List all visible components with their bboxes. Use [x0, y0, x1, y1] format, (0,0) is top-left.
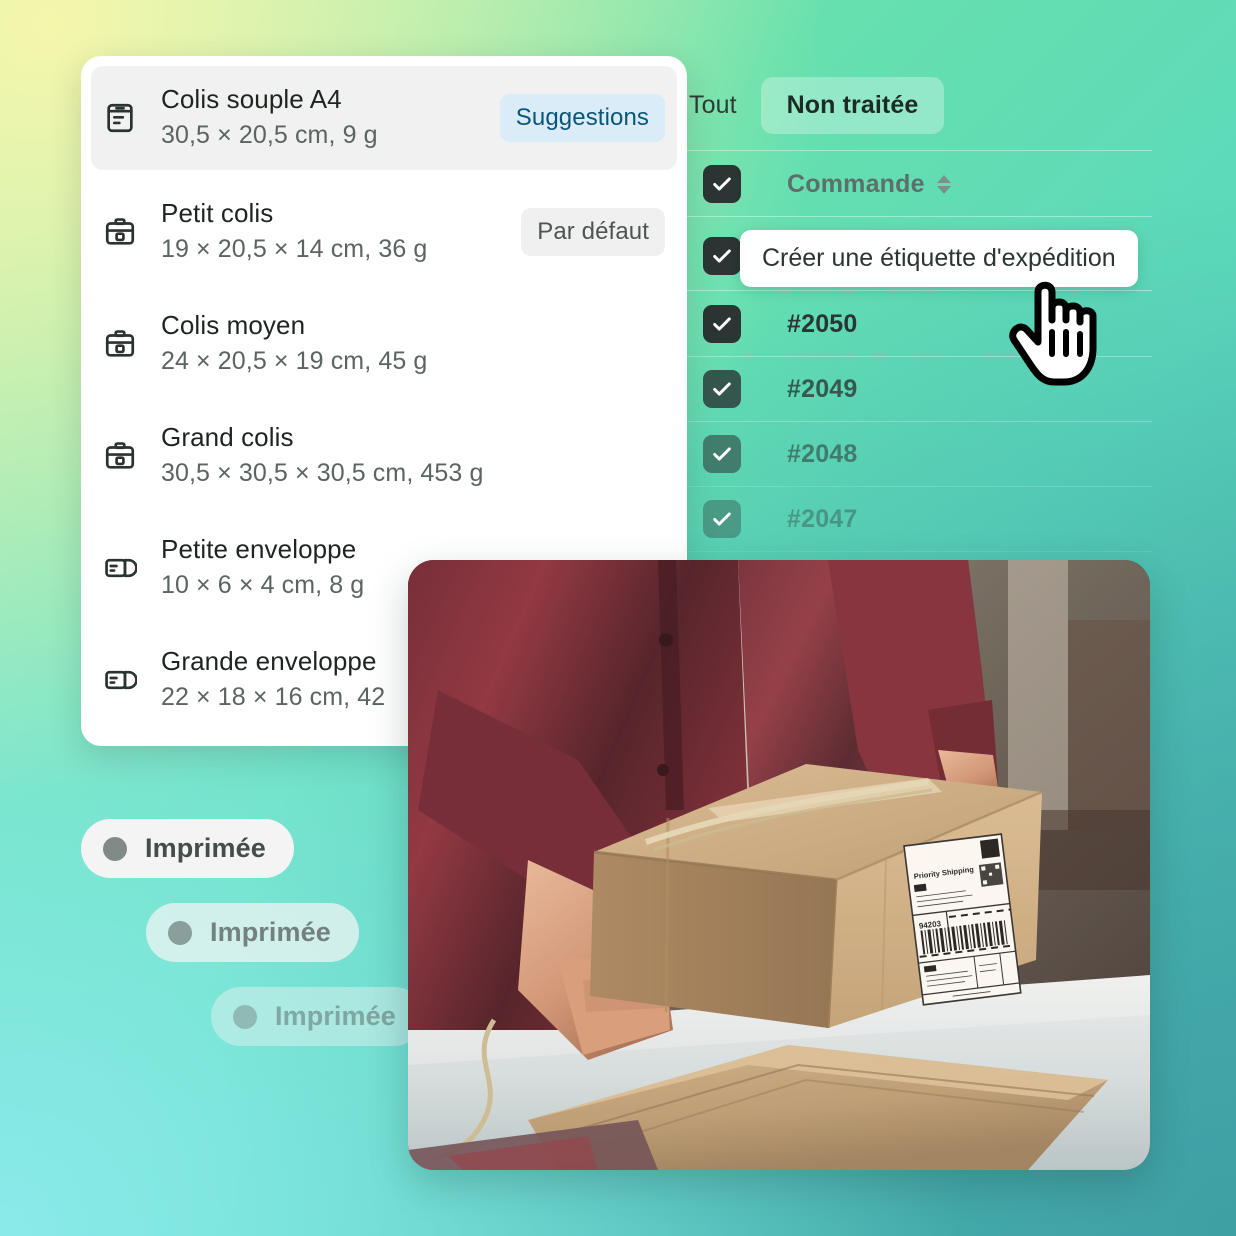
status-badge-imprimee: Imprimée	[211, 987, 424, 1046]
table-row[interactable]: #2049	[685, 357, 1236, 421]
check-icon	[713, 512, 731, 526]
check-icon	[713, 317, 731, 331]
sort-updown-icon[interactable]	[936, 175, 951, 195]
envelope-icon	[103, 551, 137, 585]
package-dimensions: 24 × 20,5 × 19 cm, 45 g	[161, 346, 428, 375]
status-label: Imprimée	[145, 833, 266, 863]
flat-package-icon	[103, 101, 137, 135]
suggestions-badge: Suggestions	[499, 94, 665, 142]
package-option-colis-souple-a4[interactable]: Colis souple A4 30,5 × 20,5 cm, 9 g Sugg…	[91, 66, 677, 170]
order-id: #2049	[787, 374, 858, 403]
column-header-label: Commande	[787, 169, 925, 198]
package-option-text: Colis moyen 24 × 20,5 × 19 cm, 45 g	[161, 309, 665, 379]
packing-photo: Priority Shipping 94203	[408, 560, 1150, 1170]
order-id: #2048	[787, 439, 858, 468]
table-row[interactable]: #2050	[685, 292, 1236, 356]
tab-non-traitee[interactable]: Non traitée	[760, 76, 945, 134]
screenshot-stage: Tout Non traitée Commande #2050 #2049 #2…	[0, 0, 1236, 1236]
table-header-row: Commande	[685, 152, 1236, 216]
status-dot-icon	[168, 920, 192, 945]
table-divider	[685, 551, 1152, 552]
column-header-commande[interactable]: Commande	[787, 170, 951, 199]
tab-tout[interactable]: Tout	[685, 89, 741, 122]
status-label: Imprimée	[275, 1001, 396, 1031]
status-badge-imprimee: Imprimée	[146, 903, 359, 962]
row-checkbox[interactable]	[703, 305, 741, 343]
package-option-petit-colis[interactable]: Petit colis 19 × 20,5 × 14 cm, 36 g Par …	[81, 184, 687, 280]
package-option-text: Colis souple A4 30,5 × 20,5 cm, 9 g	[161, 83, 486, 153]
row-checkbox[interactable]	[703, 435, 741, 473]
box-icon	[103, 327, 137, 361]
box-icon	[103, 439, 137, 473]
package-dimensions: 30,5 × 30,5 × 30,5 cm, 453 g	[161, 458, 484, 487]
package-option-text: Petit colis 19 × 20,5 × 14 cm, 36 g	[161, 197, 507, 267]
status-dot-icon	[103, 836, 127, 861]
package-option-colis-moyen[interactable]: Colis moyen 24 × 20,5 × 19 cm, 45 g	[81, 296, 687, 392]
row-checkbox[interactable]	[703, 237, 741, 275]
package-title: Colis souple A4	[161, 84, 342, 115]
envelope-icon	[103, 663, 137, 697]
pointing-hand-cursor	[1008, 272, 1118, 392]
row-checkbox[interactable]	[703, 500, 741, 538]
package-title: Colis moyen	[161, 310, 306, 341]
package-title: Petit colis	[161, 198, 274, 229]
default-badge: Par défaut	[521, 208, 665, 256]
package-dimensions: 19 × 20,5 × 14 cm, 36 g	[161, 234, 428, 263]
status-label: Imprimée	[210, 917, 331, 947]
table-row[interactable]: #2047	[685, 487, 1236, 551]
box-icon	[103, 215, 137, 249]
order-id: #2050	[787, 309, 858, 338]
package-option-text: Grand colis 30,5 × 30,5 × 30,5 cm, 453 g	[161, 421, 665, 491]
package-dimensions: 30,5 × 20,5 cm, 9 g	[161, 120, 378, 149]
check-icon	[713, 177, 731, 191]
check-icon	[713, 447, 731, 461]
select-all-checkbox[interactable]	[703, 165, 741, 203]
status-badge-imprimee: Imprimée	[81, 819, 294, 878]
table-divider	[685, 150, 1152, 151]
row-checkbox[interactable]	[703, 370, 741, 408]
package-option-grand-colis[interactable]: Grand colis 30,5 × 30,5 × 30,5 cm, 453 g	[81, 408, 687, 504]
table-row[interactable]: #2048	[685, 422, 1236, 486]
check-icon	[713, 249, 731, 263]
orders-filter-tabs: Tout Non traitée	[685, 76, 945, 134]
table-divider	[685, 216, 1152, 217]
check-icon	[713, 382, 731, 396]
order-id: #2047	[787, 504, 858, 533]
status-dot-icon	[233, 1004, 257, 1029]
package-title: Grand colis	[161, 422, 294, 453]
